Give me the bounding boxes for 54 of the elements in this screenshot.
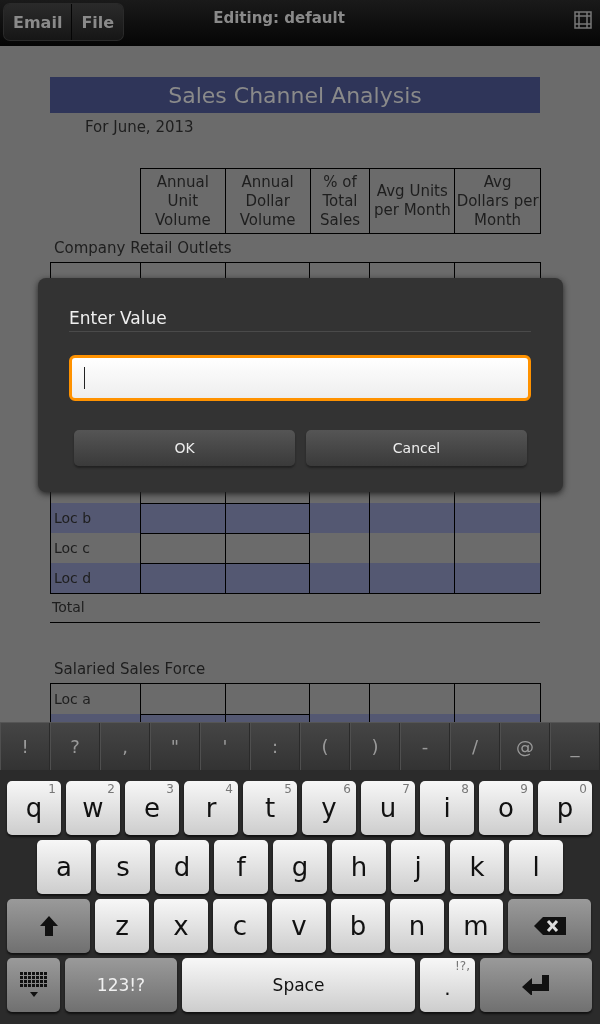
key[interactable]: f [214,840,268,894]
column-header: Annual Unit Volume [141,169,226,233]
dialog-button[interactable]: Cancel [306,430,527,466]
key[interactable]: d [155,840,209,894]
key[interactable]: b [331,899,385,953]
sheet-subtitle: For June, 2013 [85,118,194,136]
section-heading: Company Retail Outlets [54,239,232,257]
key[interactable]: r 4 [184,781,238,835]
total-label: Total [52,599,85,615]
fullscreen-icon[interactable] [574,11,592,29]
enter-key[interactable] [480,958,592,1012]
key[interactable]: v [272,899,326,953]
column-header: Avg Dollars per Month [455,171,540,231]
backspace-key[interactable] [508,899,591,953]
key[interactable]: c [213,899,267,953]
key[interactable]: j [391,840,445,894]
key[interactable]: y 6 [302,781,356,835]
key[interactable]: x [154,899,208,953]
table-cell: Loc d [51,563,141,593]
key[interactable]: q 1 [7,781,61,835]
key[interactable]: u 7 [361,781,415,835]
dialog-title: Enter Value [69,308,167,328]
toolbar-button[interactable]: Email [4,4,73,40]
key[interactable]: h [332,840,386,894]
dialog-button[interactable]: OK [74,430,295,466]
key[interactable]: p 0 [538,781,592,835]
space-key[interactable]: Space [182,958,415,1012]
key[interactable]: l [509,840,563,894]
section-heading: Salaried Sales Force [54,660,206,678]
key[interactable]: e 3 [125,781,179,835]
shift-key[interactable] [7,899,90,953]
window-title: Editing: default [213,9,345,27]
key[interactable]: w 2 [66,781,120,835]
backspace-icon [533,917,566,935]
key[interactable]: n [390,899,444,953]
key[interactable]: m [449,899,503,953]
toolbar-button[interactable]: File [72,4,124,40]
key[interactable]: k [450,840,504,894]
key[interactable]: o 9 [479,781,533,835]
enter-arrow-icon [522,975,550,995]
column-header: Annual Dollar Volume [225,169,311,233]
sheet-title: Sales Channel Analysis [50,77,540,113]
hide-keyboard-key[interactable] [7,958,60,1012]
key[interactable]: s [96,840,150,894]
key[interactable]: g [273,840,327,894]
column-header: Avg Units per Month [370,169,456,233]
key[interactable]: a [37,840,91,894]
key[interactable]: . !?, [420,958,475,1012]
column-header: % of Total Sales [310,169,371,233]
key[interactable]: i 8 [420,781,474,835]
key[interactable]: t 5 [243,781,297,835]
input-field[interactable] [69,355,531,401]
shift-arrow-icon [38,915,59,937]
key[interactable]: z [95,899,149,953]
